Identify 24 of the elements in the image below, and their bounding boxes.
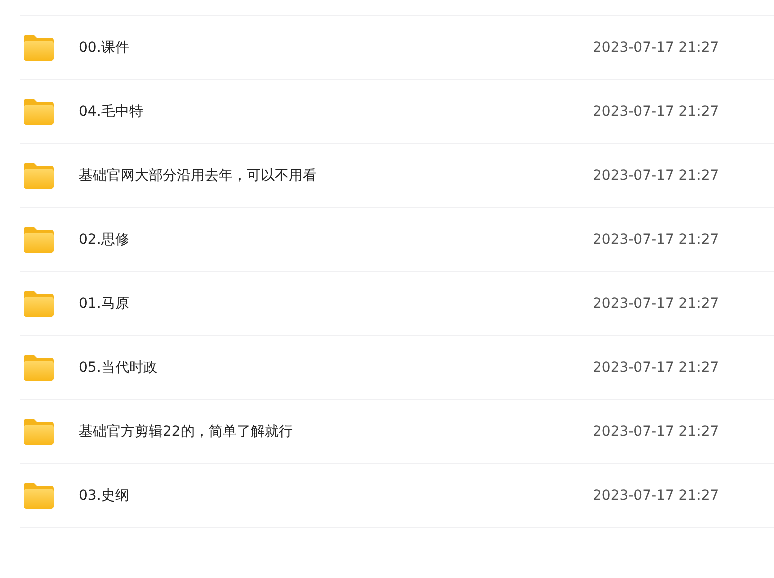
modified-date: 2023-07-17 21:27 xyxy=(593,40,720,56)
folder-name[interactable]: 02.思修 xyxy=(79,230,593,248)
modified-date: 2023-07-17 21:27 xyxy=(593,360,720,376)
modified-date: 2023-07-17 21:27 xyxy=(593,168,720,184)
folder-name[interactable]: 01.马原 xyxy=(79,294,593,312)
folder-name[interactable]: 00.课件 xyxy=(79,38,593,56)
folder-name[interactable]: 03.史纲 xyxy=(79,486,593,504)
folder-icon xyxy=(24,98,54,124)
folder-name[interactable]: 基础官方剪辑22的，简单了解就行 xyxy=(79,422,593,440)
folder-icon xyxy=(24,354,54,380)
folder-icon xyxy=(24,162,54,188)
modified-date: 2023-07-17 21:27 xyxy=(593,104,720,120)
folder-name[interactable]: 04.毛中特 xyxy=(79,102,593,120)
modified-date: 2023-07-17 21:27 xyxy=(593,424,720,440)
folder-icon xyxy=(24,34,54,60)
modified-date: 2023-07-17 21:27 xyxy=(593,296,720,312)
folder-icon xyxy=(24,418,54,444)
folder-name[interactable]: 基础官网大部分沿用去年，可以不用看 xyxy=(79,166,593,184)
folder-icon xyxy=(24,482,54,508)
modified-date: 2023-07-17 21:27 xyxy=(593,488,720,504)
folder-icon xyxy=(24,226,54,252)
folder-name[interactable]: 05.当代时政 xyxy=(79,358,593,376)
modified-date: 2023-07-17 21:27 xyxy=(593,232,720,248)
folder-icon xyxy=(24,290,54,316)
